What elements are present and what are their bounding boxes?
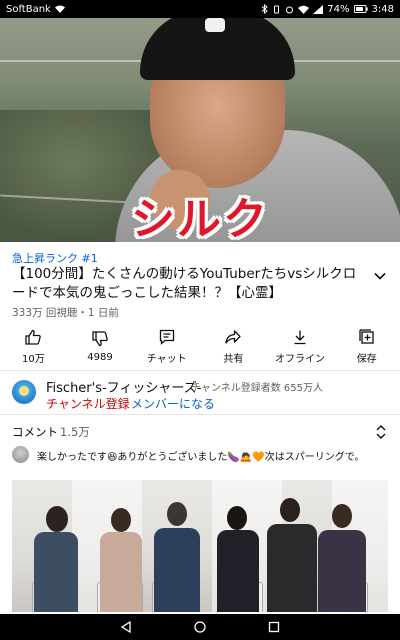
cell-signal-icon	[313, 4, 324, 14]
commenter-avatar	[12, 446, 29, 463]
subscribe-button[interactable]: チャンネル登録	[46, 395, 130, 412]
video-caption-overlay: シルク	[131, 194, 269, 242]
like-count: 10万	[21, 353, 45, 365]
carrier-label: SoftBank	[6, 3, 51, 15]
comments-header[interactable]: コメント	[12, 424, 58, 440]
thumb-person	[318, 530, 366, 612]
status-bar: SoftBank 74% 3:48	[0, 0, 400, 18]
chat-button[interactable]: チャット	[133, 322, 200, 370]
chevron-down-icon[interactable]	[372, 268, 388, 284]
expand-collapse-icon[interactable]	[374, 424, 388, 440]
share-button[interactable]: 共有	[200, 322, 267, 370]
top-comment[interactable]: 楽しかったです😆ありがとうございました🍆🙇🧡次はスパーリングで。	[37, 448, 364, 463]
view-count: 333万 回視聴・1 日前	[12, 307, 119, 319]
home-icon[interactable]	[193, 620, 207, 634]
thumb-person-head	[167, 502, 187, 526]
dislike-count: 4989	[87, 351, 113, 363]
recents-icon[interactable]	[267, 620, 281, 634]
alarm-icon	[286, 6, 294, 13]
comments-count: 1.5万	[60, 425, 90, 439]
battery-icon	[353, 5, 368, 13]
thumb-person	[267, 524, 317, 612]
next-video-thumbnail[interactable]	[12, 480, 388, 612]
offline-download-button[interactable]: オフライン	[267, 322, 334, 370]
download-icon	[294, 330, 306, 344]
chat-icon	[159, 329, 174, 345]
like-button[interactable]: 10万	[0, 322, 67, 370]
thumb-person-head	[111, 508, 131, 532]
thumb-person-head	[46, 506, 68, 532]
wifi-signal-icon	[298, 5, 310, 14]
share-icon	[225, 329, 241, 344]
battery-percent: 74%	[327, 3, 350, 15]
back-icon[interactable]	[119, 620, 133, 634]
system-nav-bar	[0, 614, 400, 640]
dislike-button[interactable]: 4989	[67, 322, 134, 370]
thumb-person-head	[280, 498, 300, 522]
wifi-icon	[54, 5, 65, 13]
channel-avatar[interactable]	[12, 380, 36, 404]
save-label: 保存	[356, 353, 377, 365]
thumb-person	[217, 530, 259, 612]
divider	[0, 370, 400, 371]
join-membership-button[interactable]: メンバーになる	[131, 395, 215, 412]
share-label: 共有	[223, 353, 244, 365]
subscriber-count: チャンネル登録者数 655万人	[191, 383, 323, 394]
offline-label: オフライン	[275, 353, 326, 365]
thumb-person	[100, 532, 142, 612]
video-player[interactable]: シルク	[0, 0, 400, 242]
thumb-person-head	[227, 506, 247, 530]
save-playlist-icon	[359, 328, 374, 344]
beanie-logo	[205, 18, 225, 32]
clock: 3:48	[371, 3, 394, 15]
bluetooth-icon	[261, 4, 269, 14]
thumbs-up-icon	[25, 329, 42, 345]
channel-name[interactable]: Fischer's-フィッシャーズ-	[46, 377, 201, 396]
save-button[interactable]: 保存	[333, 322, 400, 370]
action-bar: 10万 4989 チャット 共有 オフライン 保存	[0, 322, 400, 370]
chat-label: チャット	[146, 353, 187, 365]
video-title[interactable]: 【100分間】たくさんの動けるYouTuberたちvsシルクロードで本気の鬼ごっ…	[12, 265, 367, 303]
thumb-person-head	[332, 504, 352, 528]
thumb-person	[154, 528, 200, 612]
vibrate-icon	[274, 5, 280, 13]
thumb-person	[34, 532, 78, 612]
thumbs-down-icon	[92, 330, 108, 346]
divider	[0, 414, 400, 415]
trending-rank-link[interactable]: 急上昇ランク #1	[12, 250, 98, 266]
